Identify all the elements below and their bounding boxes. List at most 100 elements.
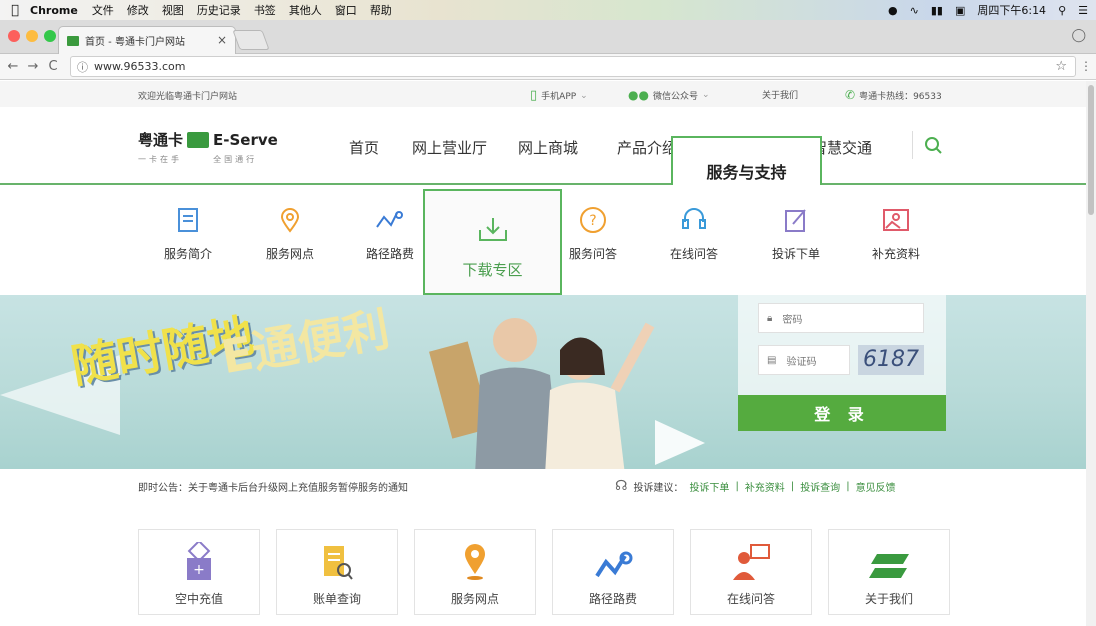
wechat-label: 微信公众号 [652,91,698,102]
battery-icon[interactable]: ▮▮ [931,4,943,17]
wifi-icon[interactable]: ∿ [910,4,919,17]
banner-people-image [429,318,655,469]
mac-menubar:  Chrome 文件 修改 视图 历史记录 书签 其他人 窗口 帮助 ● ∿ … [0,0,1096,20]
search-button[interactable] [912,131,952,159]
menu-file[interactable]: 文件 [92,2,114,18]
app-name[interactable]: Chrome [30,4,78,17]
maximize-window-icon[interactable] [44,30,56,42]
submenu-service-intro[interactable]: 服务简介 [148,203,228,262]
mobile-app-link[interactable]: ▯ 手机APP ⌄ [530,88,588,103]
submenu-label: 下载专区 [462,261,523,279]
submenu-complaint[interactable]: 投诉下单 [756,203,836,262]
notice-text[interactable]: 即时公告：关于粤通卡后台升级网上充值服务暂停服务的通知 [138,479,408,494]
minimize-window-icon[interactable] [26,30,38,42]
browser-tab[interactable]: 首页 - 粤通卡门户网站 × [58,26,236,54]
brand-logo-icon [869,554,909,578]
headset-icon [682,208,706,229]
captcha-input-icon: ▤ [767,354,777,366]
submenu-download-zone[interactable]: 下载专区 [423,189,562,295]
close-tab-icon[interactable]: × [217,33,227,47]
nav-online-hall[interactable]: 网上营业厅 [412,137,487,158]
forward-icon[interactable]: → [26,59,40,74]
quick-links: + 空中充值 账单查询 服务网点 路径路费 在线问答 关于我们 [138,529,950,615]
quick-outlets[interactable]: 服务网点 [414,529,536,615]
quick-online-qa[interactable]: 在线问答 [690,529,812,615]
submenu-supplement[interactable]: 补充资料 [856,203,936,262]
quick-route-fees[interactable]: 路径路费 [552,529,674,615]
profile-icon[interactable]: ◯ [1071,28,1086,43]
submenu-service-outlets[interactable]: 服务网点 [250,203,330,262]
about-link[interactable]: 关于我们 [762,88,798,101]
nav-online-mall[interactable]: 网上商城 [518,137,578,158]
quick-label: 空中充值 [174,592,223,606]
quick-bill-query[interactable]: 账单查询 [276,529,398,615]
quick-topup[interactable]: + 空中充值 [138,529,260,615]
chevron-down-icon: ⌄ [701,90,710,100]
wechat-icon: ●● [628,88,649,102]
menu-bookmarks[interactable]: 书签 [254,2,276,18]
logo-brand: E-Serve [213,130,278,149]
menu-kebab-icon[interactable]: ⋮ [1080,59,1092,73]
spotlight-icon[interactable]: ⚲ [1058,4,1066,17]
wechat-link[interactable]: ●● 微信公众号 ⌄ [628,88,710,102]
document-icon [178,208,198,232]
link-feedback[interactable]: 意见反馈 [856,479,896,494]
route-icon [595,551,633,578]
hero-banner[interactable]: 随时随地 E通便利 🔒︎ 密码 ▤ 验证码 6187 登 录 [0,295,1096,469]
logo-slogan-right: 全国通行 [213,155,258,164]
menu-edit[interactable]: 修改 [127,2,149,18]
menu-view[interactable]: 视图 [162,2,184,18]
search-icon [924,137,942,154]
scrollbar-thumb[interactable] [1088,85,1094,215]
clock[interactable]: 周四下午6:14 [977,2,1046,18]
password-field[interactable]: 🔒︎ 密码 [758,303,924,333]
bookmark-star-icon[interactable]: ☆ [1055,59,1067,74]
info-icon[interactable]: ⓘ [77,59,88,75]
link-complaint-query[interactable]: 投诉查询 [800,479,840,494]
question-icon: ? [580,207,606,233]
link-complaint[interactable]: 投诉下单 [689,479,729,494]
captcha-image[interactable]: 6187 [858,345,924,375]
quick-label: 服务网点 [450,592,499,606]
login-button[interactable]: 登 录 [738,395,946,431]
back-icon[interactable]: ← [6,59,20,74]
site-header: 粤通卡 E-Serve 一卡在手 全国通行 首页 网上营业厅 网上商城 产品介绍… [0,107,1096,205]
quick-label: 关于我们 [864,592,913,606]
hotline-label: 粤通卡热线：96533 [859,91,942,102]
menu-help[interactable]: 帮助 [370,2,392,18]
submenu-service-qa[interactable]: ? 服务问答 [553,203,633,262]
url-field[interactable]: ⓘ www.96533.com ☆ [70,56,1076,77]
divider: | [846,480,850,492]
chevron-down-icon: ⌄ [580,90,588,101]
captcha-field[interactable]: ▤ 验证码 [758,345,850,375]
logo-card-icon [187,131,210,148]
list-icon[interactable]: ☰ [1078,4,1088,17]
web-page: 欢迎光临粤通卡门户网站 ▯ 手机APP ⌄ ●● 微信公众号 ⌄ 关于我们 ✆ … [0,81,1096,626]
menu-window[interactable]: 窗口 [335,2,357,18]
menu-history[interactable]: 历史记录 [197,2,241,18]
phone-icon: ▯ [530,88,538,103]
submenu-route-fees[interactable]: 路径路费 [350,203,430,262]
close-window-icon[interactable] [8,30,20,42]
submenu-label: 在线问答 [669,247,718,261]
submenu-label: 服务网点 [265,247,314,261]
complaint-links: ☊ 投诉建议： 投诉下单 | 补充资料 | 投诉查询 | 意见反馈 [615,478,896,494]
nav-home[interactable]: 首页 [349,137,379,158]
new-tab-button[interactable] [232,30,270,50]
input-method-icon[interactable]: ▣ [955,4,965,17]
svg-text:?: ? [589,213,596,229]
nav-products[interactable]: 产品介绍 [617,137,677,158]
menu-people[interactable]: 其他人 [289,2,322,18]
page-scrollbar[interactable] [1086,81,1096,626]
apple-icon[interactable]:  [0,3,30,18]
tab-bar: 首页 - 粤通卡门户网站 × ◯ [0,20,1096,54]
submenu-label: 服务问答 [568,247,617,261]
bell-icon[interactable]: ● [888,4,898,17]
quick-label: 在线问答 [726,592,775,606]
quick-about[interactable]: 关于我们 [828,529,950,615]
reload-icon[interactable]: C [46,59,60,74]
submenu-online-qa[interactable]: 在线问答 [654,203,734,262]
link-supplement[interactable]: 补充资料 [745,479,785,494]
site-logo[interactable]: 粤通卡 E-Serve 一卡在手 全国通行 [138,129,278,165]
image-icon [883,209,909,231]
